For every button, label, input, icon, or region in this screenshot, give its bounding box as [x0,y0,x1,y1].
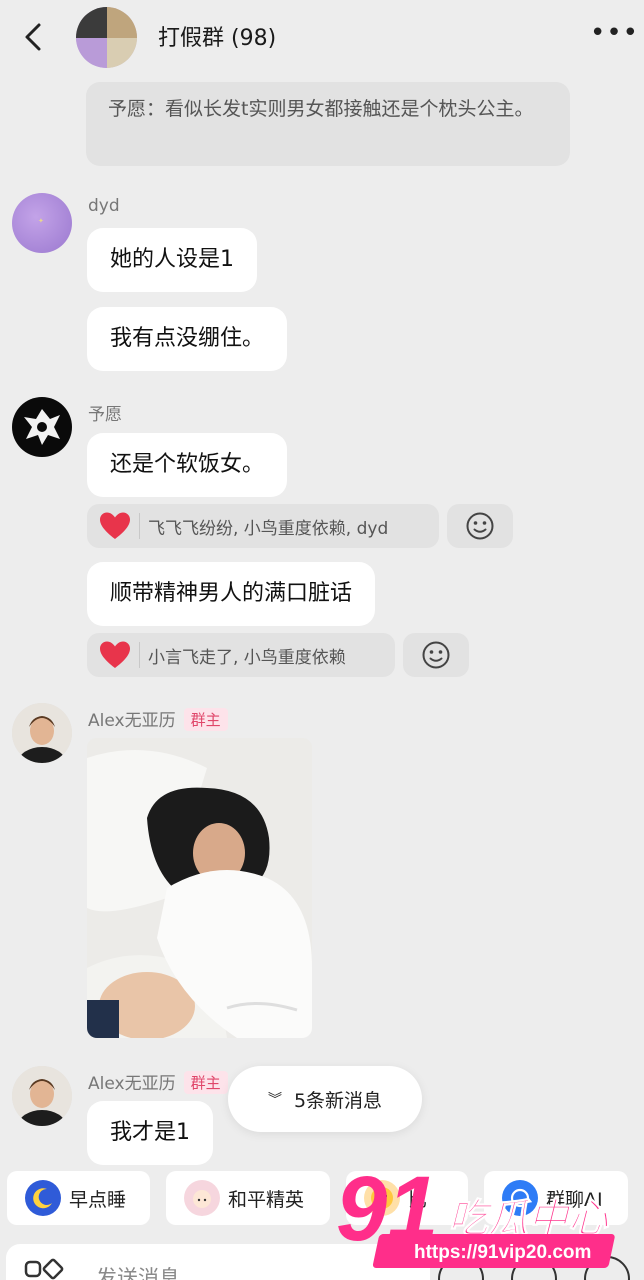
quick-action-peace-elite[interactable]: 和平精英 [166,1171,330,1225]
sender-name: Alex无亚历 群主 [88,1069,228,1094]
quick-action-label: 早点睡 [69,1188,127,1211]
avatar-dyd[interactable]: ✦ [12,193,72,253]
reaction-divider [139,642,140,668]
message-bubble[interactable]: 顺带精神男人的满口脏话 [87,562,376,626]
smiley-icon [466,512,494,540]
heart-icon [100,512,130,539]
quick-action-compare[interactable]: 比 [346,1171,468,1225]
new-messages-button[interactable]: ︾ 5条新消息 [228,1066,422,1132]
quick-actions-bar: 早点睡 和平精英 比 群聊AI [0,1166,644,1232]
input-placeholder: 发送消息 [96,1266,180,1280]
reaction-users: 飞飞飞纷纷, 小鸟重度依赖, dyd [148,518,389,539]
more-options-icon[interactable]: ••• [590,20,638,52]
quick-action-label: 群聊AI [546,1188,603,1211]
sender-name-text: Alex无亚历 [88,711,176,731]
emoji-face-icon [364,1180,400,1216]
avatar-yuyuan[interactable] [12,397,72,457]
emoji-icon[interactable] [511,1256,557,1280]
photo-image [87,738,312,1038]
image-message[interactable] [87,738,312,1038]
smiley-icon [422,641,450,669]
plus-icon[interactable] [584,1256,630,1280]
sender-name: 予愿 [88,405,122,425]
mode-switch-icon[interactable] [24,1258,64,1280]
heart-icon [100,641,130,668]
moon-icon [25,1180,61,1216]
avatar-alex-icon [12,703,72,763]
back-icon[interactable] [18,20,48,54]
character-icon [184,1180,220,1216]
ai-icon [502,1180,538,1216]
message-input[interactable]: 发送消息 [6,1244,430,1280]
avatar-dyd-icon: ✦ [38,217,44,225]
message-bubble[interactable]: 她的人设是1 [87,228,257,292]
avatar-alex[interactable] [12,1066,72,1126]
group-avatar[interactable] [76,7,137,68]
sender-name: dyd [88,196,120,216]
add-reaction-button[interactable] [447,504,513,548]
quick-action-label: 比 [408,1188,428,1211]
group-title: 打假群 (98) [158,26,277,51]
avatar-yuyuan-icon [24,409,60,445]
reaction-divider [139,513,140,539]
quoted-message[interactable]: 予愿：看似长发t实则男女都接触还是个枕头公主。 [86,82,570,166]
message-bubble[interactable]: 我有点没绷住。 [87,307,288,371]
owner-badge: 群主 [183,708,228,731]
double-chevron-down-icon: ︾ [267,1092,282,1108]
reaction-bar[interactable]: 小言飞走了, 小鸟重度依赖 [87,633,395,677]
sender-name-text: Alex无亚历 [88,1074,176,1094]
sender-name: Alex无亚历 群主 [88,706,228,731]
message-input-bar: 发送消息 [0,1242,644,1280]
message-bubble[interactable]: 我才是1 [87,1101,213,1165]
voice-icon[interactable] [438,1256,484,1280]
avatar-alex[interactable] [12,703,72,763]
quick-action-group-ai[interactable]: 群聊AI [484,1171,628,1225]
avatar-alex-icon [12,1066,72,1126]
add-reaction-button[interactable] [403,633,469,677]
new-messages-label: 5条新消息 [293,1089,383,1112]
owner-badge: 群主 [183,1071,228,1094]
chat-header: 打假群 (98) ••• [0,0,644,76]
reaction-bar[interactable]: 飞飞飞纷纷, 小鸟重度依赖, dyd [87,504,439,548]
svg-text:✦: ✦ [38,217,44,225]
quick-action-sleep[interactable]: 早点睡 [7,1171,150,1225]
quick-action-label: 和平精英 [228,1188,305,1211]
reaction-users: 小言飞走了, 小鸟重度依赖 [148,647,346,668]
message-bubble[interactable]: 还是个软饭女。 [87,433,288,497]
